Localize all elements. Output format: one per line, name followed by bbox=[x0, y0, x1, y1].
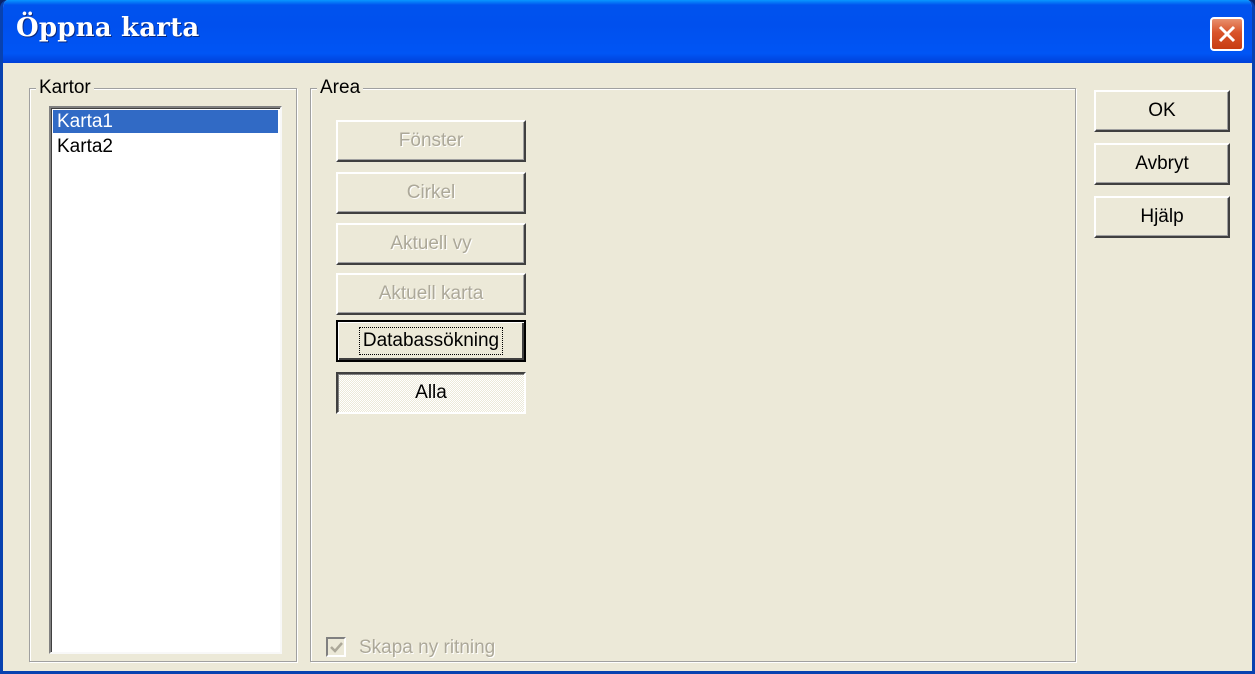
cancel-button[interactable]: Avbryt bbox=[1094, 143, 1230, 185]
open-map-dialog: Öppna karta Kartor Karta1 Karta2 Area Fö… bbox=[0, 0, 1255, 674]
window-area-button[interactable]: Fönster bbox=[336, 120, 526, 162]
all-area-button[interactable]: Alla bbox=[336, 372, 526, 414]
maps-group-label: Kartor bbox=[36, 78, 94, 98]
current-view-button[interactable]: Aktuell vy bbox=[336, 223, 526, 265]
close-icon bbox=[1218, 25, 1236, 43]
new-drawing-label: Skapa ny ritning bbox=[359, 637, 496, 658]
database-search-button[interactable]: Databassökning bbox=[336, 320, 526, 362]
area-group-label: Area bbox=[317, 78, 364, 98]
circle-area-button[interactable]: Cirkel bbox=[336, 172, 526, 214]
close-button[interactable] bbox=[1210, 17, 1244, 51]
help-button[interactable]: Hjälp bbox=[1094, 196, 1230, 238]
ok-button[interactable]: OK bbox=[1094, 90, 1230, 132]
current-map-button[interactable]: Aktuell karta bbox=[336, 273, 526, 315]
list-item-karta2[interactable]: Karta2 bbox=[53, 135, 278, 158]
list-item-karta1[interactable]: Karta1 bbox=[53, 110, 278, 133]
title-bar[interactable]: Öppna karta bbox=[3, 0, 1252, 63]
database-search-label: Databassökning bbox=[358, 327, 504, 355]
checkmark-icon bbox=[330, 642, 343, 653]
window-title: Öppna karta bbox=[16, 13, 200, 43]
new-drawing-checkbox[interactable] bbox=[326, 637, 346, 657]
maps-listbox[interactable]: Karta1 Karta2 bbox=[49, 106, 282, 654]
